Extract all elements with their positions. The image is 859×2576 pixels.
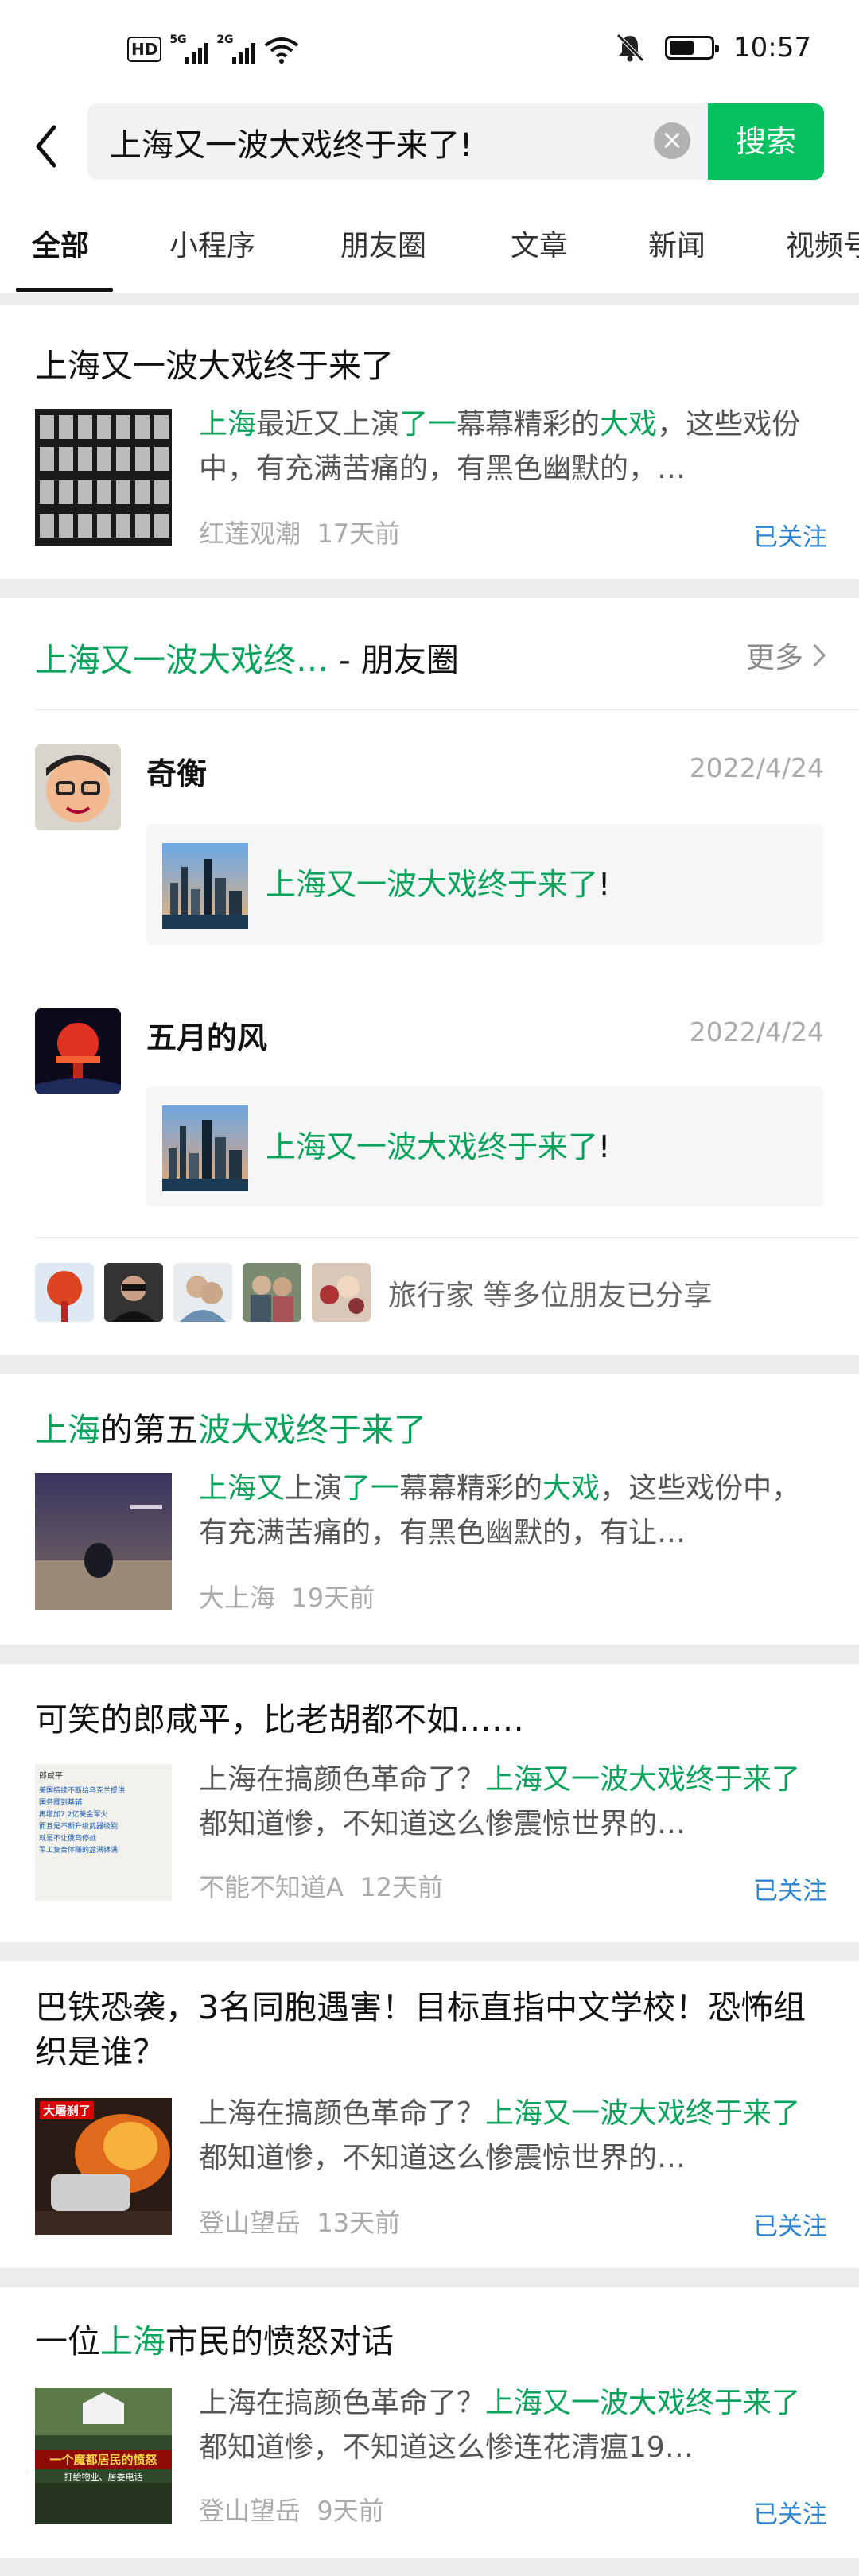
- shared-by-text[interactable]: 旅行家 等多位朋友已分享: [388, 1272, 712, 1314]
- search-query[interactable]: 上海又一波大戏终于来了!: [110, 119, 472, 165]
- status-left: HD 5G 2G: [127, 33, 300, 64]
- article-result[interactable]: 可笑的郎咸平，比老胡都不如…… 郎咸平 美国持续不断给乌克兰提供 国务卿到基辅 …: [0, 1664, 859, 1942]
- avatar[interactable]: [35, 1008, 121, 1094]
- article-snippet: 上海在搞颜色革命了？上海又一波大戏终于来了都知道惨，不知道这么惨连花清瘟19…: [199, 2387, 801, 2464]
- avatar[interactable]: [35, 744, 121, 830]
- shared-thumbnail: [162, 1105, 248, 1191]
- article-result[interactable]: 巴铁恐袭，3名同胞遇害！目标直指中文学校！恐怖组织是谁？ 大屠刹了 上海在搞颜色…: [0, 1961, 859, 2268]
- moments-heading: 上海又一波大戏终… - 朋友圈: [35, 641, 459, 679]
- friend-avatar: [173, 1263, 232, 1322]
- search-input[interactable]: 上海又一波大戏终于来了! ×: [87, 103, 708, 180]
- clock: 10:57: [733, 32, 811, 64]
- signal-2g-icon: 2G: [216, 33, 256, 64]
- shared-title[interactable]: 上海又一波大戏终于来了!: [266, 860, 610, 903]
- tab-channels[interactable]: 视频号: [786, 223, 859, 264]
- article-meta: 登山望岳 9天前: [199, 2496, 384, 2526]
- moments-section: 上海又一波大戏终… - 朋友圈 更多 奇衡 2022/4/24 上海又一波大戏终…: [0, 598, 859, 1355]
- article-meta: 红莲观潮 17天前: [199, 519, 401, 549]
- shared-article-card[interactable]: 上海又一波大戏终于来了!: [146, 824, 824, 945]
- user-name[interactable]: 五月的风: [146, 1013, 267, 1057]
- article-title[interactable]: 巴铁恐袭，3名同胞遇害！目标直指中文学校！恐怖组织是谁？: [35, 1985, 830, 2074]
- article-snippet: 上海最近又上演了一幕幕精彩的大戏，这些戏份中，有充满苦痛的，有黑色幽默的，…: [199, 408, 801, 485]
- thumbnail-caption: 大屠刹了: [40, 2101, 95, 2119]
- tab-news[interactable]: 新闻: [648, 223, 705, 264]
- mute-bell-icon: [616, 33, 644, 62]
- divider: [35, 709, 859, 710]
- article-thumbnail: 郎咸平 美国持续不断给乌克兰提供 国务卿到基辅 再增加7.2亿美金军火 而且是不…: [35, 1764, 172, 1901]
- post-date: 2022/4/24: [689, 752, 824, 783]
- signal-5g-icon: 5G: [169, 33, 209, 64]
- user-name[interactable]: 奇衡: [146, 749, 207, 793]
- tab-articles[interactable]: 文章: [511, 223, 568, 264]
- search-button[interactable]: 搜索: [708, 103, 824, 180]
- shared-article-card[interactable]: 上海又一波大戏终于来了!: [146, 1086, 824, 1207]
- article-title[interactable]: 上海又一波大戏终于来了: [35, 344, 394, 388]
- wifi-icon: [265, 37, 299, 64]
- article-thumbnail: [35, 1473, 172, 1610]
- thumbnail-caption: 一个魔都居民的愤怒: [35, 2450, 172, 2469]
- tab-mini-programs[interactable]: 小程序: [169, 223, 255, 264]
- divider: [35, 1237, 859, 1238]
- friend-avatar: [104, 1263, 163, 1322]
- article-result[interactable]: 上海的第五波大戏终于来了 上海又上演了一幕幕精彩的大戏，这些戏份中，有充满苦痛的…: [0, 1374, 859, 1645]
- article-meta: 登山望岳 13天前: [199, 2208, 401, 2238]
- article-result[interactable]: 上海又一波大戏终于来了 上海最近又上演了一幕幕精彩的大戏，这些戏份中，有充满苦痛…: [0, 305, 859, 579]
- followed-badge: 已关注: [753, 2500, 827, 2529]
- article-thumbnail: 大屠刹了: [35, 2098, 172, 2235]
- active-tab-indicator: [16, 288, 113, 292]
- article-meta: 不能不知道A 12天前: [199, 1872, 443, 1902]
- battery-icon: [665, 36, 720, 60]
- friend-avatar: [35, 1263, 94, 1322]
- friend-avatar: [243, 1263, 301, 1322]
- followed-badge: 已关注: [753, 1877, 827, 1906]
- tab-moments[interactable]: 朋友圈: [340, 223, 426, 264]
- status-bar: HD 5G 2G 10:57: [0, 0, 859, 103]
- article-thumbnail: [35, 409, 172, 546]
- tab-all[interactable]: 全部: [32, 223, 89, 264]
- article-title[interactable]: 一位上海市民的愤怒对话: [35, 2319, 394, 2364]
- shared-thumbnail: [162, 843, 248, 929]
- hd-indicator: HD: [127, 37, 162, 62]
- search-bar: 上海又一波大戏终于来了! × 搜索: [0, 103, 859, 199]
- status-right: 10:57: [614, 32, 811, 64]
- article-snippet: 上海又上演了一幕幕精彩的大戏，这些戏份中，有充满苦痛的，有黑色幽默的，有让…: [199, 1472, 801, 1549]
- article-meta: 大上海 19天前: [199, 1583, 375, 1613]
- chevron-right-icon: [813, 643, 826, 667]
- article-snippet: 上海在搞颜色革命了？上海又一波大戏终于来了都知道惨，不知道这么惨震惊世界的…: [199, 1763, 801, 1840]
- back-arrow-icon[interactable]: [30, 121, 62, 172]
- filter-tabs: 全部 小程序 朋友圈 文章 新闻 视频号: [0, 199, 859, 293]
- friend-avatars[interactable]: [35, 1263, 371, 1322]
- post-date: 2022/4/24: [689, 1016, 824, 1047]
- thumbnail-caption: 打给物业、居委电话: [64, 2472, 143, 2482]
- article-title[interactable]: 上海的第五波大戏终于来了: [35, 1408, 426, 1452]
- followed-badge: 已关注: [753, 2213, 827, 2241]
- friend-avatar: [312, 1263, 371, 1322]
- article-result[interactable]: 一位上海市民的愤怒对话 一个魔都居民的愤怒 打给物业、居委电话 上海在搞颜色革命…: [0, 2287, 859, 2558]
- clear-icon[interactable]: ×: [654, 122, 690, 159]
- more-button[interactable]: 更多: [746, 635, 827, 676]
- article-snippet: 上海在搞颜色革命了？上海又一波大戏终于来了都知道惨，不知道这么惨震惊世界的…: [199, 2097, 801, 2174]
- article-title[interactable]: 可笑的郎咸平，比老胡都不如……: [35, 1697, 524, 1742]
- shared-title[interactable]: 上海又一波大戏终于来了!: [266, 1122, 610, 1166]
- article-thumbnail: 一个魔都居民的愤怒 打给物业、居委电话: [35, 2388, 172, 2524]
- followed-badge: 已关注: [753, 523, 827, 552]
